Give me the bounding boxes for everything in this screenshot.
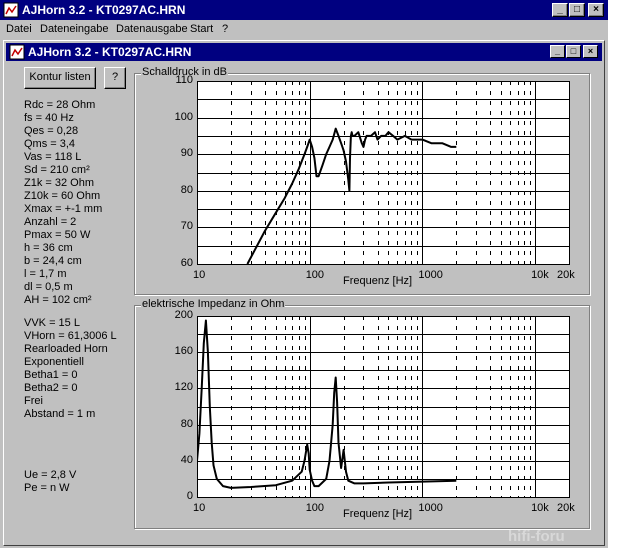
child-minimize-button[interactable]: _ [550, 45, 565, 58]
parameter-line: Frei [24, 395, 43, 407]
parameter-line: VHorn = 61,3006 L [24, 330, 117, 342]
signal-parameters: Ue = 2,8 V Pe = n W [24, 469, 76, 495]
menu-start[interactable]: Start [190, 23, 213, 35]
parameter-line: Pe = n W [24, 482, 70, 494]
parameter-line: Vas = 118 L [24, 151, 82, 163]
parameter-line: Qes = 0,28 [24, 125, 79, 137]
parameter-line: Xmax = +-1 mm [24, 203, 103, 215]
maximize-button[interactable]: □ [569, 3, 585, 17]
menu-help[interactable]: ? [222, 23, 228, 35]
parameter-line: Rdc = 28 Ohm [24, 99, 96, 111]
menu-dateneingabe[interactable]: Dateneingabe [40, 23, 109, 35]
y-tick-label: 80 [180, 183, 193, 196]
parameter-line: l = 1,7 m [24, 268, 67, 280]
x-tick-label: 100 [305, 502, 325, 514]
y-tick-label: 90 [180, 147, 193, 160]
impedance-chart [197, 316, 570, 498]
chart-plot-area [197, 81, 570, 265]
y-tick-label: 200 [174, 309, 193, 321]
parameter-line: dl = 0,5 m [24, 281, 73, 293]
close-button[interactable]: × [588, 3, 604, 17]
child-titlebar[interactable]: AJHorn 3.2 - KT0297AC.HRN _ □ × [6, 43, 602, 61]
x-tick-label: 10k [531, 269, 549, 281]
parameter-line: Betha1 = 0 [24, 369, 78, 381]
child-window: AJHorn 3.2 - KT0297AC.HRN _ □ × Kontur l… [3, 40, 605, 546]
parameter-line: Z1k = 32 Ohm [24, 177, 95, 189]
chart-plot-area [197, 316, 570, 498]
spl-chart [197, 81, 570, 265]
parameter-line: fs = 40 Hz [24, 112, 74, 124]
y-tick-label: 40 [180, 453, 193, 466]
x-tick-label: 20k [557, 502, 575, 514]
x-tick-label: 10 [193, 269, 206, 281]
y-tick-label: 80 [180, 417, 193, 430]
kontur-listen-button[interactable]: Kontur listen [24, 67, 96, 89]
x-axis-label: Frequenz [Hz] [343, 508, 413, 520]
parameter-line: Rearloaded Horn [24, 343, 108, 355]
parameter-line: Qms = 3,4 [24, 138, 76, 150]
parameter-line: Z10k = 60 Ohm [24, 190, 101, 202]
y-tick-label: 100 [174, 110, 193, 123]
parameter-line: Anzahl = 2 [24, 216, 77, 228]
parameter-line: Exponentiell [24, 356, 84, 368]
y-tick-label: 160 [174, 345, 193, 358]
app-titlebar[interactable]: AJHorn 3.2 - KT0297AC.HRN _ □ × [0, 0, 608, 20]
parameter-line: h = 36 cm [24, 242, 73, 254]
x-tick-label: 1000 [418, 502, 443, 514]
x-tick-label: 20k [557, 269, 575, 281]
child-maximize-button[interactable]: □ [566, 45, 581, 58]
watermark: hifi-foru [508, 528, 565, 545]
x-tick-label: 1000 [418, 269, 443, 281]
menu-datei[interactable]: Datei [6, 23, 32, 35]
horn-parameters: VVK = 15 L VHorn = 61,3006 L Rearloaded Ho… [24, 317, 117, 421]
parameter-line: Ue = 2,8 V [24, 469, 77, 481]
y-tick-label: 120 [174, 381, 193, 394]
x-tick-label: 10k [531, 502, 549, 514]
parameter-line: b = 24,4 cm [24, 255, 82, 267]
app-icon [3, 2, 19, 18]
minimize-button[interactable]: _ [552, 3, 568, 17]
y-tick-label: 60 [180, 257, 193, 269]
child-close-button[interactable]: × [583, 45, 598, 58]
y-tick-label: 110 [175, 74, 193, 86]
parameter-line: Sd = 210 cm² [24, 164, 90, 176]
child-title: AJHorn 3.2 - KT0297AC.HRN [28, 45, 192, 59]
menu-datenausgabe[interactable]: Datenausgabe [116, 23, 188, 35]
x-tick-label: 10 [193, 502, 206, 514]
parameter-line: Pmax = 50 W [24, 229, 91, 241]
y-tick-label: 0 [186, 490, 193, 502]
x-axis-label: Frequenz [Hz] [343, 275, 413, 287]
x-tick-label: 100 [305, 269, 325, 281]
y-tick-label: 70 [180, 220, 193, 233]
parameter-line: Abstand = 1 m [24, 408, 96, 420]
parameter-line: VVK = 15 L [24, 317, 80, 329]
app-icon [9, 44, 25, 60]
app-title: AJHorn 3.2 - KT0297AC.HRN [22, 3, 186, 17]
driver-parameters: Rdc = 28 Ohm fs = 40 Hz Qes = 0,28 Qms = 3,… [24, 99, 102, 307]
app-window: AJHorn 3.2 - KT0297AC.HRN _ □ × Datei Da… [0, 0, 608, 548]
parameter-line: AH = 102 cm² [24, 294, 92, 306]
menu-bar: Datei Dateneingabe Datenausgabe Start ? [0, 20, 608, 38]
help-button[interactable]: ? [104, 67, 126, 89]
parameter-line: Betha2 = 0 [24, 382, 78, 394]
